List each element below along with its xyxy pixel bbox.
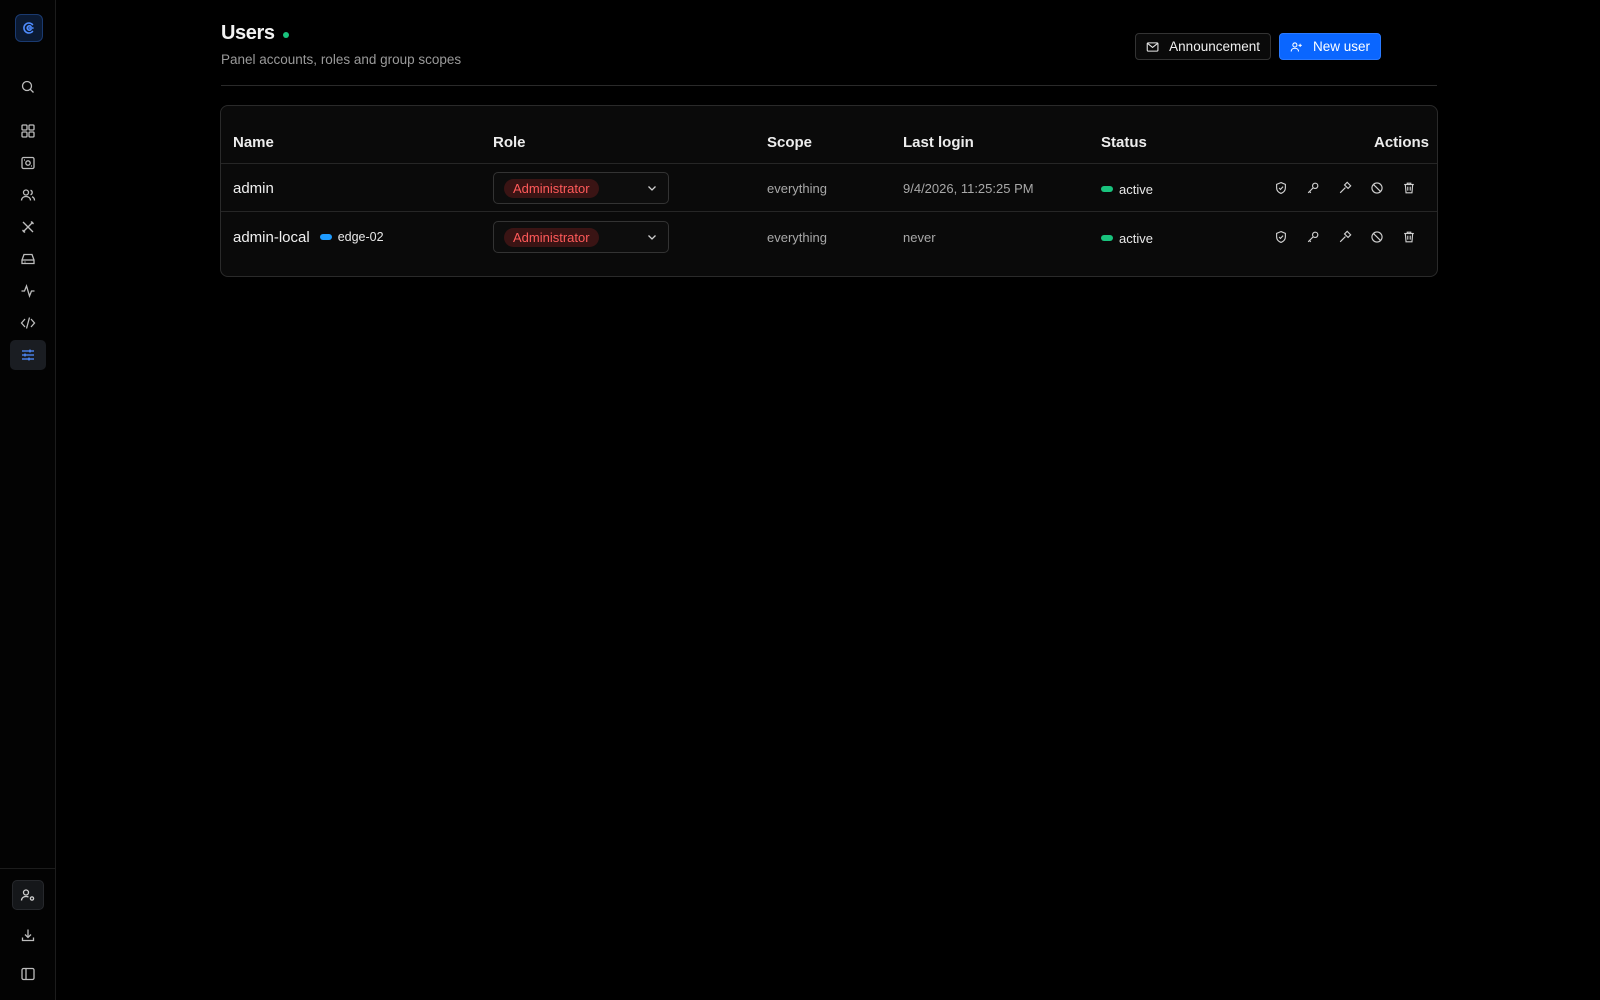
scope-value: everything <box>767 229 827 245</box>
row-actions <box>1265 213 1425 261</box>
logo-icon <box>23 22 34 34</box>
column-header-status[interactable]: Status <box>1101 134 1147 151</box>
announcement-button-label: Announcement <box>1169 39 1260 54</box>
group-tag: edge-02 <box>319 230 384 244</box>
announcement-button[interactable]: Announcement <box>1135 33 1271 60</box>
sidebar-item-activity[interactable] <box>10 276 46 306</box>
ban-icon <box>1371 182 1383 194</box>
delete-user-button[interactable] <box>1393 172 1425 204</box>
role-badge: Administrator <box>504 178 599 198</box>
column-header-role[interactable]: Role <box>493 134 526 151</box>
disable-user-button[interactable] <box>1361 172 1393 204</box>
table-row: admin Administrator everything 9/4/2026,… <box>221 164 1437 212</box>
status-cell: active <box>1101 213 1153 261</box>
users-icon <box>20 189 36 201</box>
logo[interactable] <box>15 14 43 42</box>
status-indicator-dot <box>282 31 289 38</box>
sidebar-item-collapse[interactable] <box>10 959 46 989</box>
sidebar-item-search[interactable] <box>10 72 46 102</box>
trash-icon <box>1404 231 1414 243</box>
ban-icon <box>1371 231 1383 243</box>
chevron-down-icon <box>648 235 656 240</box>
sidebar-item-users[interactable] <box>10 180 46 210</box>
code-icon <box>20 317 36 329</box>
page-header: Users Panel accounts, roles and group sc… <box>221 22 1437 86</box>
new-user-button-label: New user <box>1312 39 1370 54</box>
status-badge: active <box>1101 180 1153 197</box>
role-cell: Administrator <box>493 213 669 261</box>
role-select[interactable]: Administrator <box>493 221 669 253</box>
permissions-button[interactable] <box>1265 221 1297 253</box>
manage-button[interactable] <box>1329 172 1361 204</box>
download-icon <box>21 929 35 942</box>
title-row: Users <box>221 22 289 45</box>
shield-icon <box>1276 181 1286 195</box>
drive-icon <box>21 253 35 265</box>
table-row: admin-local edge-02 Administrator everyt… <box>221 213 1437 261</box>
column-header-last-login[interactable]: Last login <box>903 134 974 151</box>
permissions-button[interactable] <box>1265 172 1297 204</box>
column-header-scope[interactable]: Scope <box>767 134 812 151</box>
status-cell: active <box>1101 164 1153 212</box>
group-tag-label: edge-02 <box>337 230 384 244</box>
server-icon <box>21 156 35 170</box>
sidebar-item-servers[interactable] <box>10 148 46 178</box>
row-actions <box>1265 164 1425 212</box>
reset-password-button[interactable] <box>1297 221 1329 253</box>
last-login-value: never <box>903 229 936 245</box>
delete-user-button[interactable] <box>1393 221 1425 253</box>
sidebar-item-account[interactable] <box>12 880 44 910</box>
sidebar-item-dashboard[interactable] <box>10 116 46 146</box>
sliders-icon <box>22 349 34 361</box>
role-cell: Administrator <box>493 164 669 212</box>
status-label: active <box>1119 181 1153 197</box>
sidebar-item-settings[interactable] <box>10 340 46 370</box>
user-plus-icon <box>1290 41 1302 52</box>
status-dot <box>1101 186 1113 192</box>
search-icon <box>21 80 34 93</box>
grid-icon <box>21 124 35 138</box>
sidebar-item-storage[interactable] <box>10 244 46 274</box>
new-user-button[interactable]: New user <box>1279 33 1381 60</box>
sidebar-divider <box>0 868 56 869</box>
user-name: admin-local <box>233 228 310 246</box>
trash-icon <box>1404 182 1414 194</box>
sidebar-item-download[interactable] <box>10 920 46 950</box>
chevron-down-icon <box>648 186 656 191</box>
hammer-icon <box>1339 181 1352 194</box>
column-header-name[interactable]: Name <box>233 134 274 151</box>
user-name-cell: admin-local edge-02 <box>233 213 384 261</box>
role-badge: Administrator <box>504 227 599 247</box>
manage-button[interactable] <box>1329 221 1361 253</box>
sidebar-item-tools[interactable] <box>10 212 46 242</box>
status-dot <box>1101 235 1113 241</box>
sidebar-item-code[interactable] <box>10 308 46 338</box>
sidebar <box>0 0 56 1000</box>
reset-password-button[interactable] <box>1297 172 1329 204</box>
tools-icon <box>22 221 34 233</box>
key-icon <box>1307 182 1319 194</box>
last-login-value: 9/4/2026, 11:25:25 PM <box>903 180 1034 196</box>
activity-icon <box>21 284 35 298</box>
role-select[interactable]: Administrator <box>493 172 669 204</box>
user-settings-icon <box>20 889 35 901</box>
status-label: active <box>1119 230 1153 246</box>
mail-icon <box>1146 41 1159 52</box>
disable-user-button[interactable] <box>1361 221 1393 253</box>
page-subtitle: Panel accounts, roles and group scopes <box>221 52 462 67</box>
status-badge: active <box>1101 229 1153 246</box>
page-title: Users <box>221 22 275 44</box>
shield-icon <box>1276 230 1286 244</box>
key-icon <box>1307 231 1319 243</box>
tag-dot <box>319 234 332 240</box>
scope-value: everything <box>767 180 827 196</box>
sidebar-toggle-icon <box>21 967 35 981</box>
hammer-icon <box>1339 230 1352 243</box>
user-name: admin <box>233 179 274 197</box>
column-header-actions: Actions <box>1373 134 1429 151</box>
users-table: Name Role Scope Last login Status Action… <box>220 105 1438 277</box>
user-name-cell: admin <box>233 164 274 212</box>
